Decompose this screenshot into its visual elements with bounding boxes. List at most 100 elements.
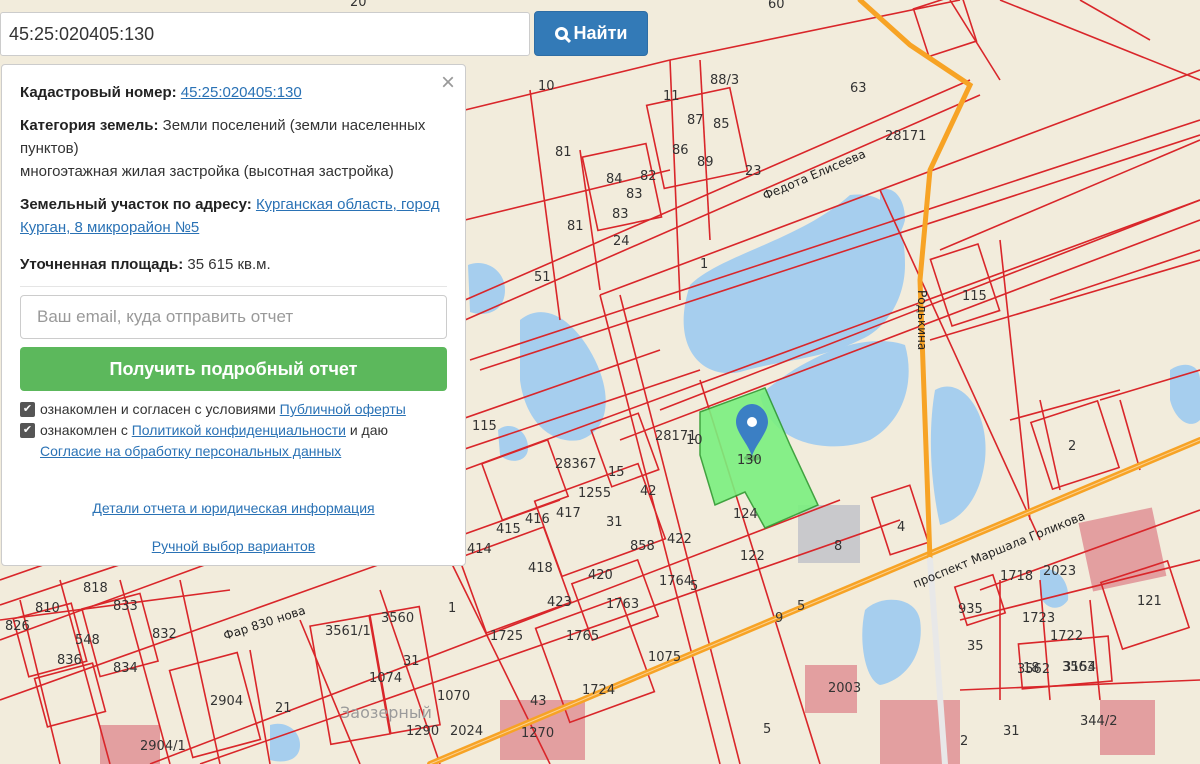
privacy-link[interactable]: Политикой конфиденциальности	[132, 422, 346, 438]
parcel-number-label: 5	[797, 599, 805, 614]
panel-links: Детали отчета и юридическая информация Р…	[20, 498, 447, 574]
parcel-number-label: 20	[350, 0, 367, 10]
parcel-number-label: 1290	[406, 724, 439, 739]
consent-link[interactable]: Согласие на обработку персональных данны…	[40, 443, 341, 459]
parcel-number-label: 63	[850, 81, 867, 96]
parcel-number-label: 1718	[1000, 569, 1033, 584]
parcel-number-label: 1763	[606, 597, 639, 612]
search-button[interactable]: Найти	[534, 11, 648, 56]
place-label: Заозерный	[340, 703, 432, 722]
email-field[interactable]: Ваш email, куда отправить отчет	[20, 295, 447, 339]
parcel-number-label: 417	[556, 506, 581, 521]
get-report-button[interactable]: Получить подробный отчет	[20, 347, 447, 391]
parcel-number-label: 826	[5, 619, 30, 634]
street-label-rodkina: Родькина	[915, 290, 929, 350]
parcel-number-label: 28171	[885, 129, 926, 144]
agree-offer-row: ✔ ознакомлен и согласен с условиями Публ…	[20, 399, 447, 420]
parcel-number-label: 1723	[1022, 611, 1055, 626]
parcel-number-label: 423	[547, 595, 572, 610]
parcel-number-label: 1722	[1050, 629, 1083, 644]
details-link[interactable]: Детали отчета и юридическая информация	[92, 498, 374, 518]
parcel-number-label: 418	[528, 561, 553, 576]
parcel-number-label: 10	[538, 79, 555, 94]
area-label: Уточненная площадь:	[20, 256, 184, 273]
parcel-number-label: 2024	[450, 724, 483, 739]
parcel-number-label: 3154	[1063, 660, 1096, 675]
parcel-number-label: 87	[687, 113, 704, 128]
parcel-number-label: 2003	[828, 681, 861, 696]
agree-privacy-row: ✔ ознакомлен с Политикой конфиденциально…	[20, 420, 447, 462]
parcel-number-label: 810	[35, 601, 60, 616]
parcel-number-label: 1724	[582, 683, 615, 698]
parcel-number-label: 31	[606, 515, 623, 530]
parcel-number-label: 1765	[566, 629, 599, 644]
agree-offer-checkbox[interactable]: ✔	[20, 402, 35, 417]
parcel-number-label: 5	[763, 722, 771, 737]
area-row: Уточненная площадь: 35 615 кв.м.	[20, 253, 447, 276]
parcel-number-label: 88/3	[710, 73, 739, 88]
parcel-number-label: 2023	[1043, 564, 1076, 579]
parcel-number-label: 548	[75, 633, 100, 648]
parcel-number-label: 122	[740, 549, 765, 564]
parcel-number-label: 83	[612, 207, 629, 222]
cadastral-link[interactable]: 45:25:020405:130	[181, 84, 302, 101]
parcel-number-label: 28367	[555, 457, 596, 472]
parcel-number-label: 24	[613, 234, 630, 249]
parcel-number-label: 84	[606, 172, 623, 187]
parcel-number-label: 2	[1068, 439, 1076, 454]
parcel-number-label: 31	[403, 654, 420, 669]
close-icon[interactable]: ×	[441, 71, 455, 95]
parcel-number-label: 1070	[437, 689, 470, 704]
parcel-number-label: 1764	[659, 574, 692, 589]
parcel-number-label: 11	[663, 89, 680, 104]
divider	[20, 286, 447, 287]
parcel-number-label: 420	[588, 568, 613, 583]
parcel-number-label: 1725	[490, 629, 523, 644]
parcel-number-label: 422	[667, 532, 692, 547]
manual-select-link[interactable]: Ручной выбор вариантов	[152, 536, 316, 556]
parcel-number-label: 83	[626, 187, 643, 202]
search-icon	[554, 27, 568, 40]
address-row: Земельный участок по адресу: Курганская …	[20, 193, 447, 239]
category-label: Категория земель:	[20, 117, 159, 134]
agree-offer-text: ознакомлен и согласен с условиями Публич…	[40, 401, 406, 417]
parcel-number-label: 85	[713, 117, 730, 132]
parcel-number-label: 858	[630, 539, 655, 554]
parcel-number-label: 1	[700, 257, 708, 272]
parcel-number-label: 3560	[381, 611, 414, 626]
parcel-number-label: 60	[768, 0, 785, 12]
parcel-number-label: 82	[640, 169, 657, 184]
parcel-number-label: 1255	[578, 486, 611, 501]
parcel-number-label: 935	[958, 602, 983, 617]
parcel-number-label: 1270	[521, 726, 554, 741]
parcel-number-label: 115	[962, 289, 987, 304]
parcel-info-panel: × Кадастровый номер: 45:25:020405:130 Ка…	[1, 64, 466, 566]
parcel-number-label: 2904/1	[140, 739, 186, 754]
cadastral-label: Кадастровый номер:	[20, 84, 177, 101]
offer-link[interactable]: Публичной оферты	[280, 401, 406, 417]
parcel-number-label: 2904	[210, 694, 243, 709]
cadastral-row: Кадастровый номер: 45:25:020405:130	[20, 81, 447, 104]
parcel-number-label: 28171	[655, 429, 696, 444]
parcel-number-label: 3561/1	[325, 624, 371, 639]
parcel-number-label: 121	[1137, 594, 1162, 609]
parcel-number-label: 43	[530, 694, 547, 709]
parcel-number-label: 23	[745, 164, 762, 179]
address-label: Земельный участок по адресу:	[20, 196, 252, 213]
parcel-number-label: 8	[834, 539, 842, 554]
parcel-number-label: 21	[275, 701, 292, 716]
parcel-number-label: 414	[467, 542, 492, 557]
parcel-number-label: 416	[525, 512, 550, 527]
parcel-number-label: 834	[113, 661, 138, 676]
search-button-label: Найти	[573, 23, 628, 43]
parcel-number-label: 89	[697, 155, 714, 170]
agree-privacy-checkbox[interactable]: ✔	[20, 423, 35, 438]
parcel-number-label: 51	[534, 270, 551, 285]
parcel-number-label: 35	[967, 639, 984, 654]
parcel-number-label: 15	[608, 465, 625, 480]
parcel-number-label: 344/2	[1080, 714, 1117, 729]
search-input[interactable]: 45:25:020405:130	[0, 12, 530, 56]
parcel-number-label: 833	[113, 599, 138, 614]
parcel-number-label: 124	[733, 507, 758, 522]
parcel-number-label: 18	[1023, 661, 1040, 676]
